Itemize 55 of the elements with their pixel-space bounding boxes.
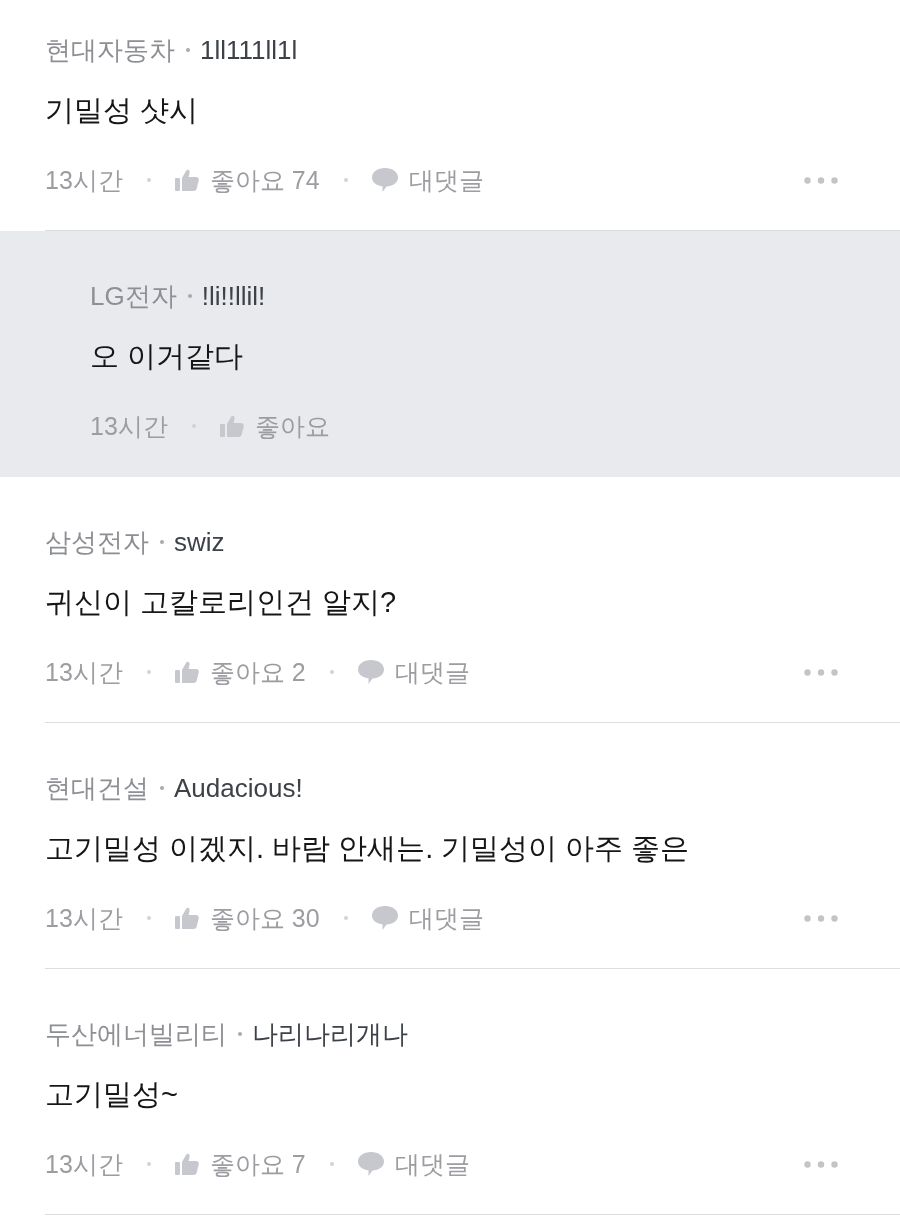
separator-dot-icon [160, 786, 164, 790]
time-text: 13시간 [45, 1148, 123, 1180]
like-button[interactable]: 좋아요 2 [174, 655, 306, 689]
separator-dot-icon [329, 670, 334, 674]
speech-bubble-icon [371, 168, 398, 192]
like-button[interactable]: 좋아요 7 [174, 1147, 306, 1181]
company-name: 두산에너빌리티 [45, 1017, 227, 1051]
time-text: 13시간 [45, 902, 123, 934]
author-name: 1ll111ll1l [200, 34, 298, 66]
author-name: swiz [174, 526, 225, 558]
company-name: 현대자동차 [45, 33, 175, 67]
separator-dot-icon [146, 670, 151, 674]
separator-dot-icon [146, 178, 151, 182]
more-icon[interactable] [804, 1160, 838, 1168]
reply-button[interactable]: 대댓글 [371, 163, 484, 197]
reply-button[interactable]: 대댓글 [357, 1147, 470, 1181]
author-name: Audacious! [174, 772, 303, 804]
comment-text: 오 이거같다 [90, 339, 245, 374]
separator-dot-icon [187, 294, 192, 298]
like-button[interactable]: 좋아요 [219, 409, 330, 443]
separator-dot-icon [329, 1162, 334, 1166]
time-text: 13시간 [90, 410, 168, 442]
time-text: 13시간 [45, 164, 123, 196]
author-name: 나리나리개나 [252, 1017, 408, 1051]
separator-dot-icon [238, 1032, 242, 1036]
like-button[interactable]: 좋아요 30 [174, 901, 320, 935]
more-icon[interactable] [804, 176, 838, 184]
thumbs-up-icon [174, 1153, 199, 1175]
comment-text: 기밀성 샷시 [45, 93, 200, 128]
comment-text: 고기밀성~ [45, 1077, 179, 1112]
comment-text: 고기밀성 이겠지. 바람 안새는. 기밀성이 아주 좋은 [45, 831, 691, 866]
thumbs-up-icon [174, 169, 199, 191]
speech-bubble-icon [357, 660, 384, 684]
speech-bubble-icon [371, 906, 398, 930]
separator-dot-icon [160, 540, 164, 544]
separator-dot-icon [186, 48, 190, 52]
author-name: !li!!llil! [201, 280, 266, 312]
reply-button[interactable]: 대댓글 [371, 901, 484, 935]
separator-dot-icon [146, 916, 151, 920]
reply-button[interactable]: 대댓글 [357, 655, 470, 689]
separator-dot-icon [343, 916, 348, 920]
company-name: 현대건설 [45, 771, 149, 805]
time-text: 13시간 [45, 656, 123, 688]
comment-text: 귀신이 고칼로리인건 알지? [45, 585, 398, 620]
thumbs-up-icon [174, 661, 199, 683]
thumbs-up-icon [174, 907, 199, 929]
speech-bubble-icon [357, 1152, 384, 1176]
like-button[interactable]: 좋아요 74 [174, 163, 320, 197]
company-name: 삼성전자 [45, 525, 149, 559]
separator-dot-icon [146, 1162, 151, 1166]
separator-dot-icon [343, 178, 348, 182]
more-icon[interactable] [804, 668, 838, 676]
more-icon[interactable] [804, 914, 838, 922]
thumbs-up-icon [219, 415, 244, 437]
company-name: LG전자 [90, 279, 177, 313]
